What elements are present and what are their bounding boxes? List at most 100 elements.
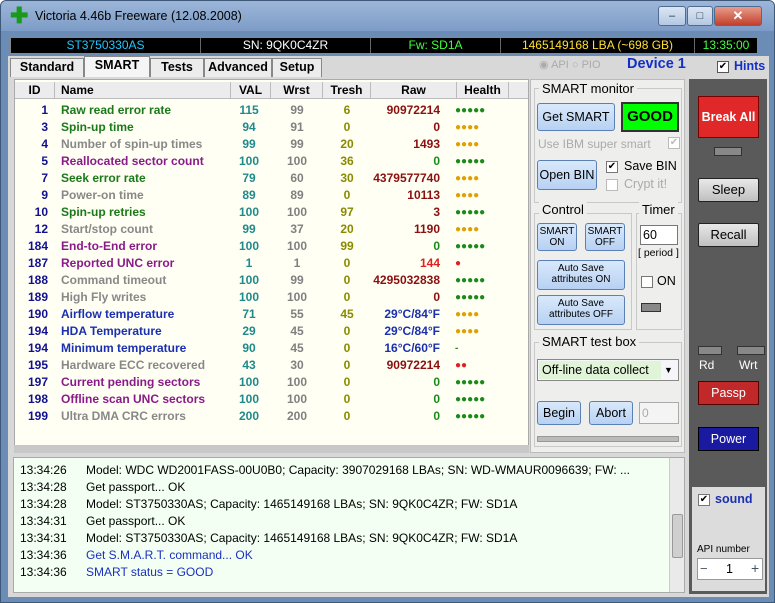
timer-on-checkbox[interactable]	[641, 276, 653, 288]
get-smart-button[interactable]: Get SMART	[537, 103, 615, 131]
table-row[interactable]: 5 Reallocated sector count 100 100 36 0 ●●●●●	[15, 153, 528, 170]
sound-checkbox[interactable]: ✔	[698, 494, 710, 506]
col-val[interactable]: VAL	[231, 82, 271, 98]
attr-val: 79	[242, 171, 256, 185]
attr-health: ●●●●●	[455, 105, 486, 116]
wrt-label: Wrt	[739, 358, 758, 372]
timer-period-label: [ period ]	[638, 247, 679, 259]
tab-tests[interactable]: Tests	[150, 58, 204, 77]
col-id[interactable]: ID	[15, 82, 55, 98]
table-scrollbar[interactable]	[14, 445, 529, 453]
smart-on-button[interactable]: SMART ON	[537, 223, 577, 251]
attr-threshold: 36	[340, 154, 354, 168]
table-row[interactable]: 12 Start/stop count 99 37 20 1190 ●●●●	[15, 221, 528, 238]
smart-off-button[interactable]: SMART OFF	[585, 223, 625, 251]
sleep-button[interactable]: Sleep	[698, 178, 759, 202]
begin-button[interactable]: Begin	[537, 401, 581, 425]
attr-threshold: 0	[343, 290, 351, 304]
passp-button[interactable]: Passp	[698, 381, 759, 405]
tab-standard[interactable]: Standard	[10, 58, 84, 77]
test-type-select[interactable]: Off-line data collect ▼	[537, 359, 679, 381]
smart-control-panel: SMART monitor Get SMART GOOD Use IBM sup…	[530, 79, 685, 453]
attr-name: Reported UNC error	[61, 256, 175, 270]
log-scroll-thumb[interactable]	[672, 514, 683, 558]
attr-health: ●●●●●	[455, 275, 486, 286]
pio-radio-icon[interactable]: ○	[572, 59, 579, 71]
recall-button[interactable]: Recall	[698, 223, 759, 247]
minimize-button[interactable]: –	[658, 6, 686, 26]
attr-threshold: 0	[343, 341, 351, 355]
table-row[interactable]: 198 Offline scan UNC sectors 100 100 0 0 ●●●●●	[15, 391, 528, 408]
attr-id: 199	[27, 409, 48, 423]
attr-id: 4	[41, 137, 48, 151]
table-row[interactable]: 184 End-to-End error 100 100 99 0 ●●●●●	[15, 238, 528, 255]
table-row[interactable]: 3 Spin-up time 94 91 0 0 ●●●●	[15, 119, 528, 136]
break-indicator	[714, 147, 742, 156]
attr-health: ●●●●●	[455, 156, 486, 167]
table-row[interactable]: 4 Number of spin-up times 99 99 20 1493 ●●●●	[15, 136, 528, 153]
close-button[interactable]: ✕	[714, 6, 762, 26]
tab-advanced[interactable]: Advanced	[204, 58, 272, 77]
attr-threshold: 0	[343, 188, 351, 202]
ibm-super-smart-checkbox[interactable]: ✔	[668, 137, 680, 149]
power-button[interactable]: Power	[698, 427, 759, 451]
test-progress-field[interactable]: 0	[639, 402, 679, 424]
attr-name: Offline scan UNC sectors	[61, 392, 206, 406]
table-row[interactable]: 189 High Fly writes 100 100 0 0 ●●●●●	[15, 289, 528, 306]
attr-worst: 30	[290, 358, 304, 372]
col-raw[interactable]: Raw	[371, 82, 457, 98]
col-tresh[interactable]: Tresh	[323, 82, 371, 98]
log-scrollbar[interactable]	[669, 458, 684, 592]
col-wrst[interactable]: Wrst	[271, 82, 323, 98]
chevron-down-icon[interactable]: ▼	[661, 361, 676, 379]
attr-val: 90	[242, 341, 256, 355]
table-row[interactable]: 10 Spin-up retries 100 100 97 3 ●●●●●	[15, 204, 528, 221]
tab-smart[interactable]: SMART	[84, 56, 150, 77]
smart-status-badge: GOOD	[621, 102, 679, 132]
table-row[interactable]: 1 Raw read error rate 115 99 6 90972214 ●●●●●	[15, 102, 528, 119]
table-row[interactable]: 194 Minimum temperature 90 45 0 16°C/60°F -	[15, 340, 528, 357]
log-time: 13:34:31	[20, 531, 67, 545]
save-bin-checkbox[interactable]: ✔	[606, 161, 618, 173]
attr-name: High Fly writes	[61, 290, 147, 304]
api-increment-button[interactable]: +	[751, 560, 759, 576]
api-decrement-button[interactable]: −	[700, 561, 708, 576]
attr-health: ●●●●●	[455, 394, 486, 405]
open-bin-button[interactable]: Open BIN	[537, 160, 597, 190]
table-row[interactable]: 199 Ultra DMA CRC errors 200 200 0 0 ●●●●●	[15, 408, 528, 425]
api-number-value[interactable]: 1	[726, 562, 733, 576]
timer-input[interactable]: 60	[640, 225, 678, 245]
api-radio-icon[interactable]: ◉	[539, 59, 549, 71]
table-row[interactable]: 7 Seek error rate 79 60 30 4379577740 ●●●●	[15, 170, 528, 187]
break-all-button[interactable]: Break All	[698, 96, 759, 138]
col-health[interactable]: Health	[457, 82, 509, 98]
table-row[interactable]: 195 Hardware ECC recovered 43 30 0 90972214 ●●	[15, 357, 528, 374]
maximize-button[interactable]: □	[687, 6, 713, 26]
log-time: 13:34:36	[20, 565, 67, 579]
table-row[interactable]: 197 Current pending sectors 100 100 0 0 ●●●●●	[15, 374, 528, 391]
autosave-off-button[interactable]: Auto Save attributes OFF	[537, 295, 625, 325]
attr-worst: 1	[293, 256, 301, 270]
smart-monitor-title: SMART monitor	[539, 81, 637, 96]
table-row[interactable]: 188 Command timeout 100 99 0 4295032838 ●●●●●	[15, 272, 528, 289]
attr-raw: 4379577740	[373, 171, 440, 185]
crypt-checkbox[interactable]	[606, 179, 618, 191]
hints-checkbox[interactable]: ✔	[717, 61, 729, 73]
table-row[interactable]: 9 Power-on time 89 89 0 10113 ●●●●	[15, 187, 528, 204]
autosave-on-button[interactable]: Auto Save attributes ON	[537, 260, 625, 290]
tab-setup[interactable]: Setup	[272, 58, 322, 77]
attr-name: Spin-up time	[61, 120, 134, 134]
attr-id: 9	[41, 188, 48, 202]
api-number-spinner: − 1 +	[697, 558, 763, 580]
attr-raw: 1190	[413, 222, 440, 236]
col-name[interactable]: Name	[55, 82, 231, 98]
attr-worst: 91	[290, 120, 304, 134]
abort-button[interactable]: Abort	[589, 401, 633, 425]
table-row[interactable]: 187 Reported UNC error 1 1 0 144 ●	[15, 255, 528, 272]
attr-worst: 100	[286, 392, 308, 406]
attr-worst: 100	[286, 375, 308, 389]
attr-health: -	[455, 343, 459, 354]
table-row[interactable]: 194 HDA Temperature 29 45 0 29°C/84°F ●●●●	[15, 323, 528, 340]
title-bar[interactable]: ✚ Victoria 4.46b Freeware (12.08.2008) –…	[1, 1, 774, 31]
table-row[interactable]: 190 Airflow temperature 71 55 45 29°C/84°F ●●●…	[15, 306, 528, 323]
